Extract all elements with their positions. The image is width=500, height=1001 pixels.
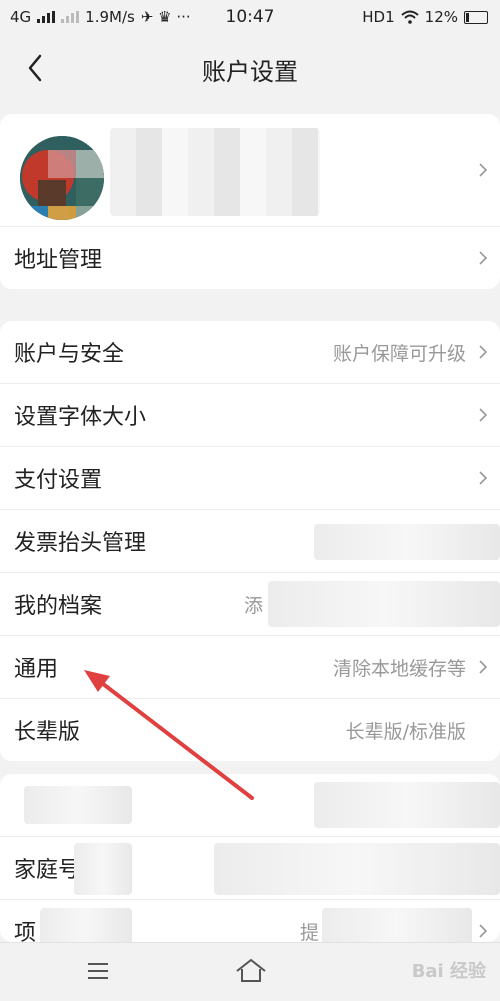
family-number-row[interactable]: 家庭号 [0, 837, 500, 900]
blurred-value [322, 908, 472, 942]
blurred-label [74, 843, 132, 895]
chevron-right-icon [479, 660, 488, 674]
blurred-value [214, 843, 500, 895]
watermark: Bai 经验 [411, 961, 486, 982]
chevron-right-icon [479, 163, 488, 177]
font-size-row[interactable]: 设置字体大小 [0, 384, 500, 447]
row-label: 家庭号 [14, 858, 81, 883]
row-label: 支付设置 [14, 468, 103, 493]
blurred-label [40, 908, 132, 942]
row-value: 长辈版/标准版 [345, 720, 466, 743]
row-value: 提 [300, 921, 320, 943]
system-nav-bar: Bai 经验 [0, 942, 500, 1001]
chevron-right-icon [479, 251, 488, 265]
row-label: 长辈版 [14, 720, 81, 745]
row-label: 项 [14, 921, 37, 942]
account-security-row[interactable]: 账户与安全 账户保障可升级 [0, 321, 500, 384]
row-label: 地址管理 [14, 248, 103, 273]
battery-percent: 12% [424, 8, 458, 26]
hd-indicator: HD1 [362, 8, 395, 26]
extra-card: 家庭号 项 提 [0, 774, 500, 942]
general-row[interactable]: 通用 清除本地缓存等 [0, 636, 500, 699]
wifi-icon [400, 10, 419, 24]
invoice-header-row[interactable]: 发票抬头管理 [0, 510, 500, 573]
blurred-row[interactable] [0, 774, 500, 837]
profile-card: 地址管理 [0, 114, 500, 289]
page-title: 账户设置 [202, 58, 298, 86]
payment-settings-row[interactable]: 支付设置 [0, 447, 500, 510]
row-value: 账户保障可升级 [332, 342, 466, 365]
address-management-row[interactable]: 地址管理 [0, 227, 500, 289]
profile-name-blurred [110, 128, 320, 216]
chevron-right-icon [479, 471, 488, 485]
row-label: 账户与安全 [14, 342, 125, 367]
status-bar: 4G 1.9M/s ✈ ♛ ··· 10:47 HD1 12% [0, 0, 500, 36]
elder-mode-row[interactable]: 长辈版 长辈版/标准版 [0, 699, 500, 761]
my-profile-row[interactable]: 我的档案 添 [0, 573, 500, 636]
row-label: 发票抬头管理 [14, 531, 147, 556]
blurred-label [24, 786, 132, 824]
item-row[interactable]: 项 提 [0, 900, 500, 942]
chevron-right-icon [479, 924, 488, 938]
chevron-right-icon [479, 345, 488, 359]
row-label: 我的档案 [14, 594, 103, 619]
blurred-value [268, 581, 500, 627]
row-label: 通用 [14, 657, 59, 682]
menu-icon[interactable] [86, 961, 110, 981]
nav-bar: 账户设置 [0, 36, 500, 100]
blurred-value [314, 524, 500, 560]
row-label: 设置字体大小 [14, 405, 147, 430]
row-value: 清除本地缓存等 [332, 657, 466, 680]
settings-card: 账户与安全 账户保障可升级 设置字体大小 支付设置 发票抬头管理 我的档案 添 … [0, 321, 500, 761]
blurred-value [314, 782, 500, 828]
home-icon[interactable] [234, 957, 268, 985]
avatar [20, 136, 104, 220]
chevron-right-icon [479, 408, 488, 422]
row-value: 添 [244, 594, 264, 617]
avatar-image [20, 136, 104, 220]
profile-row[interactable] [0, 114, 500, 226]
battery-icon [464, 10, 488, 24]
